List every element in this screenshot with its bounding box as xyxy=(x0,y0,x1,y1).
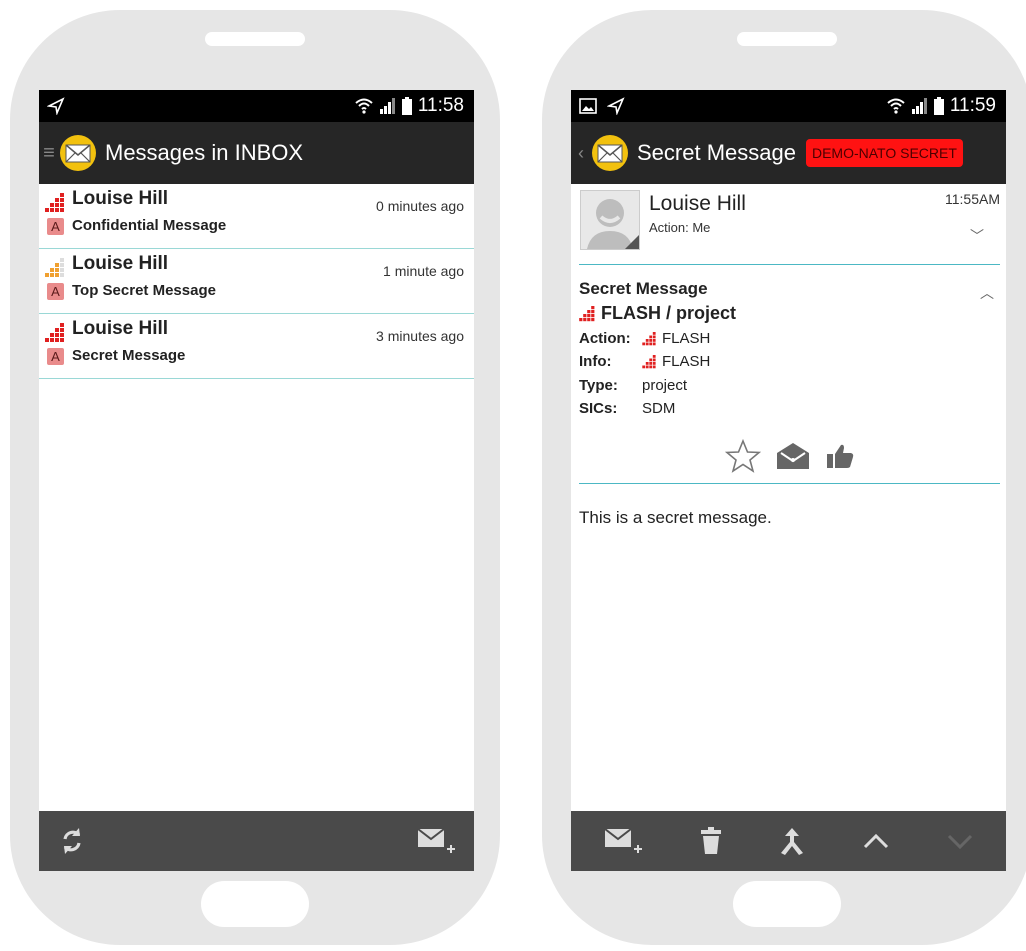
speaker-grille xyxy=(737,32,837,46)
refresh-icon[interactable] xyxy=(57,826,87,856)
meta-row-sics: SICs: SDM xyxy=(579,400,675,417)
image-icon xyxy=(579,98,597,114)
message-time: 11:55AM xyxy=(945,191,1000,207)
reply-all-icon[interactable] xyxy=(779,826,805,856)
message-metadata: Secret Message ︿ FLASH / project Action:… xyxy=(579,265,1000,484)
priority-immediate-icon xyxy=(45,258,64,277)
meta-key: Info: xyxy=(579,353,612,370)
status-bar: 11:58 xyxy=(39,90,474,122)
message-time: 0 minutes ago xyxy=(376,198,464,214)
battery-icon xyxy=(933,97,944,115)
page-title: Secret Message xyxy=(637,140,796,165)
message-time: 1 minute ago xyxy=(383,263,464,279)
compose-icon[interactable] xyxy=(416,824,456,858)
home-button[interactable] xyxy=(733,881,841,927)
phone-frame-left: 11:58 ≡ Messages in INBOX Louise Hill 0 … xyxy=(10,10,500,945)
wifi-icon xyxy=(887,98,905,114)
mail-logo-icon[interactable] xyxy=(591,134,629,172)
priority-flash-icon xyxy=(642,331,656,345)
menu-icon[interactable]: ≡ xyxy=(39,142,59,165)
trash-icon[interactable] xyxy=(699,826,723,856)
battery-icon xyxy=(401,97,412,115)
message-sender: Louise Hill xyxy=(72,253,169,274)
message-body: This is a secret message. xyxy=(579,508,772,527)
meta-key: Action: xyxy=(579,330,631,347)
message-subject: Confidential Message xyxy=(72,217,227,234)
message-sender: Louise Hill xyxy=(72,188,169,209)
meta-row-action: Action: FLASH xyxy=(579,330,710,347)
user-avatar-icon xyxy=(587,199,639,249)
message-row[interactable]: Louise Hill 3 minutes ago A Secret Messa… xyxy=(39,314,474,379)
attachment-badge: A xyxy=(47,218,64,235)
page-title: Messages in INBOX xyxy=(105,140,304,165)
bottom-action-bar xyxy=(571,811,1006,871)
priority-line-text: FLASH / project xyxy=(601,303,737,323)
meta-value: SDM xyxy=(642,400,676,417)
message-header: Louise Hill Action: Me 11:55AM ﹀ xyxy=(579,184,1000,265)
message-actions xyxy=(579,439,1000,473)
compose-icon[interactable] xyxy=(603,824,643,858)
message-subject: Top Secret Message xyxy=(72,282,216,299)
wifi-icon xyxy=(355,98,373,114)
previous-message-icon[interactable] xyxy=(862,831,890,851)
message-subject: Secret Message xyxy=(72,347,186,364)
action-recipient: Action: Me xyxy=(649,220,711,235)
priority-flash-icon xyxy=(579,305,595,321)
send-icon xyxy=(607,97,625,115)
app-bar: ‹ Secret Message DEMO-NATO SECRET xyxy=(571,122,1006,184)
priority-flash-icon xyxy=(45,193,64,212)
priority-line: FLASH / project xyxy=(579,303,736,324)
phone-frame-right: 11:59 ‹ Secret Message DEMO-NATO SECRET xyxy=(542,10,1026,945)
bottom-action-bar xyxy=(39,811,474,871)
send-icon xyxy=(47,97,65,115)
meta-value: FLASH xyxy=(662,353,711,370)
status-time: 11:59 xyxy=(949,95,996,116)
message-sender: Louise Hill xyxy=(72,318,169,339)
next-message-icon[interactable] xyxy=(946,831,974,851)
message-row[interactable]: Louise Hill 1 minute ago A Top Secret Me… xyxy=(39,249,474,314)
message-sender: Louise Hill xyxy=(649,192,746,215)
chevron-down-icon[interactable]: ﹀ xyxy=(970,226,984,246)
meta-value: project xyxy=(642,377,688,394)
message-subject: Secret Message xyxy=(579,279,708,298)
message-time: 3 minutes ago xyxy=(376,328,464,344)
meta-value: FLASH xyxy=(662,330,711,347)
attachment-badge: A xyxy=(47,283,64,300)
meta-key: SICs: xyxy=(579,400,618,417)
message-detail-screen: 11:59 ‹ Secret Message DEMO-NATO SECRET xyxy=(571,90,1006,871)
home-button[interactable] xyxy=(201,881,309,927)
avatar[interactable] xyxy=(580,190,640,250)
star-icon[interactable] xyxy=(724,439,761,473)
speaker-grille xyxy=(205,32,305,46)
mail-logo-icon[interactable] xyxy=(59,134,97,172)
inbox-screen: 11:58 ≡ Messages in INBOX Louise Hill 0 … xyxy=(39,90,474,871)
classification-badge: DEMO-NATO SECRET xyxy=(805,139,963,167)
priority-flash-icon xyxy=(642,354,656,368)
open-envelope-icon[interactable] xyxy=(775,441,811,471)
status-bar: 11:59 xyxy=(571,90,1006,122)
signal-icon xyxy=(911,98,927,114)
message-list: Louise Hill 0 minutes ago A Confidential… xyxy=(39,184,474,379)
thumbs-up-icon[interactable] xyxy=(825,442,855,470)
priority-flash-icon xyxy=(45,323,64,342)
meta-key: Type: xyxy=(579,377,618,394)
app-bar: ≡ Messages in INBOX xyxy=(39,122,474,184)
meta-row-info: Info: FLASH xyxy=(579,353,710,370)
message-row[interactable]: Louise Hill 0 minutes ago A Confidential… xyxy=(39,184,474,249)
back-icon[interactable]: ‹ xyxy=(571,143,591,164)
status-time: 11:58 xyxy=(417,95,464,116)
chevron-up-icon[interactable]: ︿ xyxy=(980,283,994,303)
attachment-badge: A xyxy=(47,348,64,365)
signal-icon xyxy=(379,98,395,114)
meta-row-type: Type: project xyxy=(579,377,687,394)
